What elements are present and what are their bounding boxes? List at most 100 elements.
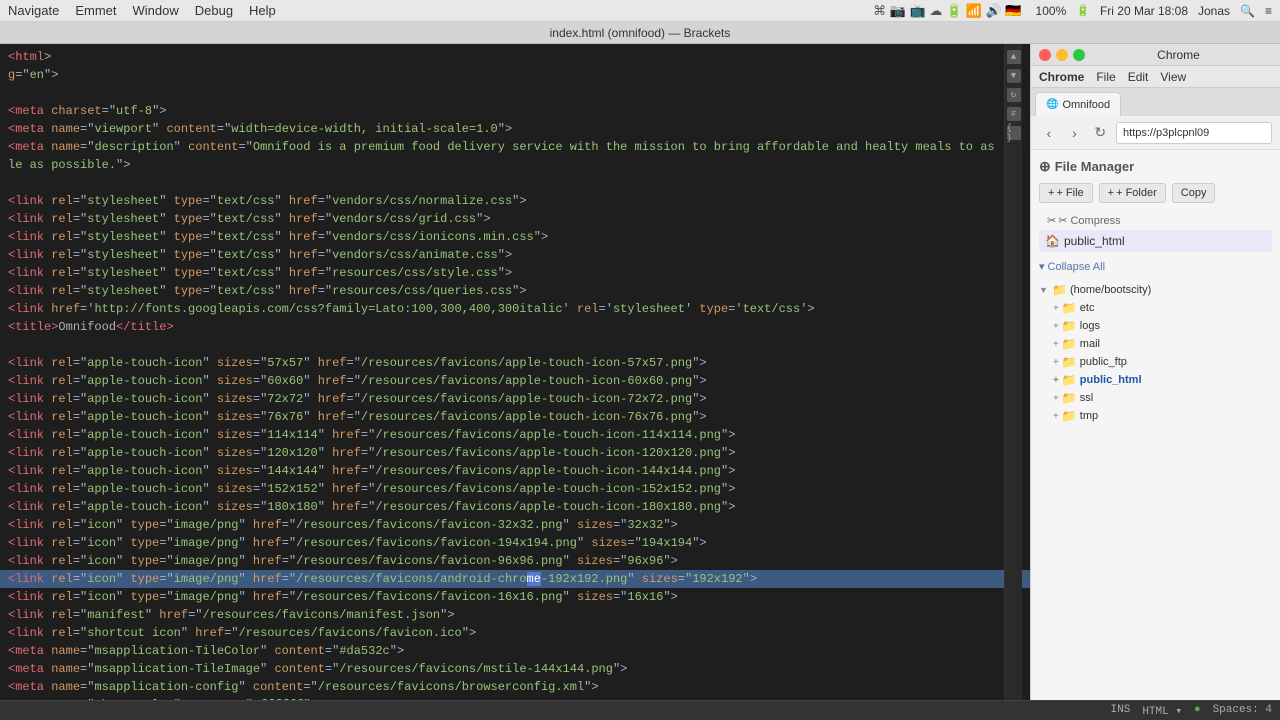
chrome-toolbar: ‹ › ↻	[1031, 116, 1280, 150]
menu-item-navigate[interactable]: Navigate	[8, 3, 59, 18]
folder-icon: 📁	[1052, 283, 1067, 297]
code-line: <link rel="apple-touch-icon" sizes="120x…	[0, 444, 1030, 462]
minimize-button[interactable]	[1056, 49, 1068, 61]
plus-icon-folder: +	[1108, 187, 1114, 199]
code-line	[0, 84, 1030, 102]
tree-item-logs[interactable]: + 📁 logs	[1039, 317, 1272, 335]
gutter-icon-upload[interactable]: ▲	[1007, 50, 1021, 64]
status-right: INS HTML ▾ ● Spaces: 4	[1111, 704, 1272, 718]
tree-item-home[interactable]: ▼ 📁 (home/bootscity)	[1039, 281, 1272, 299]
plus-icon: +	[1053, 393, 1059, 404]
fm-public-html-label: public_html	[1064, 234, 1125, 248]
code-line: <meta name="theme-color" content="#fffff…	[0, 696, 1030, 700]
code-line: <link rel="apple-touch-icon" sizes="152x…	[0, 480, 1030, 498]
menu-item-debug[interactable]: Debug	[195, 3, 233, 18]
tree-item-tmp[interactable]: + 📁 tmp	[1039, 407, 1272, 425]
code-line: <link rel="apple-touch-icon" sizes="72x7…	[0, 390, 1030, 408]
forward-button[interactable]: ›	[1065, 122, 1085, 144]
system-icons: ⌘ 📷 📺 ☁ 🔋 📶 🔊 🇩🇪	[873, 3, 1021, 19]
url-bar[interactable]	[1116, 122, 1272, 144]
gutter-icon-diff[interactable]: ≠	[1007, 107, 1021, 121]
close-button[interactable]	[1039, 49, 1051, 61]
code-line: <link rel="apple-touch-icon" sizes="144x…	[0, 462, 1030, 480]
code-content[interactable]: <html> g="en"> <meta charset="utf-8"> <m…	[0, 44, 1030, 700]
plus-icon: +	[1053, 357, 1059, 368]
tree-item-public-ftp[interactable]: + 📁 public_ftp	[1039, 353, 1272, 371]
code-line: <link rel="stylesheet" type="text/css" h…	[0, 246, 1030, 264]
language-mode[interactable]: HTML ▾	[1142, 704, 1182, 718]
tree-label: mail	[1080, 338, 1100, 350]
date-time: Fri 20 Mar 18:08	[1100, 4, 1188, 18]
menu-bar: Navigate Emmet Window Debug Help ⌘ 📷 📺 ☁…	[0, 0, 1280, 22]
code-line: <meta charset="utf-8">	[0, 102, 1030, 120]
refresh-button[interactable]: ↻	[1090, 122, 1110, 144]
code-line: <link rel="apple-touch-icon" sizes="114x…	[0, 426, 1030, 444]
chrome-menu-item-chrome[interactable]: Chrome	[1039, 70, 1084, 84]
code-line	[0, 174, 1030, 192]
tree-item-public-html[interactable]: + 📁 public_html	[1039, 371, 1272, 389]
gutter-icon-brackets[interactable]: { }	[1007, 126, 1021, 140]
code-line: <link rel="stylesheet" type="text/css" h…	[0, 210, 1030, 228]
status-bar: INS HTML ▾ ● Spaces: 4	[0, 700, 1280, 720]
search-icon[interactable]: 🔍	[1240, 4, 1255, 18]
gutter-icon-refresh[interactable]: ↻	[1007, 88, 1021, 102]
editor-area[interactable]: <html> g="en"> <meta charset="utf-8"> <m…	[0, 44, 1030, 700]
folder-icon-active: 📁	[1062, 373, 1077, 387]
code-line: <link rel="icon" type="image/png" href="…	[0, 516, 1030, 534]
back-button[interactable]: ‹	[1039, 122, 1059, 144]
chrome-tab-favicon: 🌐	[1046, 99, 1058, 110]
fm-public-html-breadcrumb[interactable]: 🏠 public_html	[1039, 230, 1272, 252]
chrome-menu-item-view[interactable]: View	[1160, 70, 1186, 84]
gutter-icon-download[interactable]: ▼	[1007, 69, 1021, 83]
code-line: <meta name="msapplication-TileImage" con…	[0, 660, 1030, 678]
code-line: le as possible.">	[0, 156, 1030, 174]
battery-icon: 🔋	[1076, 4, 1090, 17]
plus-icon: +	[1053, 411, 1059, 422]
add-file-button[interactable]: + + File	[1039, 183, 1093, 203]
collapse-icon: ▾	[1039, 260, 1045, 273]
traffic-lights	[1039, 49, 1085, 61]
code-line: g="en">	[0, 66, 1030, 84]
collapse-all-button[interactable]: ▾ Collapse All	[1039, 260, 1272, 273]
code-line: <link rel="icon" type="image/png" href="…	[0, 552, 1030, 570]
spotlight-icon[interactable]: ≡	[1265, 4, 1272, 18]
tree-item-ssl[interactable]: + 📁 ssl	[1039, 389, 1272, 407]
chrome-menu-item-edit[interactable]: Edit	[1128, 70, 1149, 84]
add-folder-button[interactable]: + + Folder	[1099, 183, 1166, 203]
file-manager: ⊕ File Manager + + File + + Folder Copy …	[1031, 150, 1280, 433]
code-line: <meta name="viewport" content="width=dev…	[0, 120, 1030, 138]
tree-item-mail[interactable]: + 📁 mail	[1039, 335, 1272, 353]
menu-item-window[interactable]: Window	[132, 3, 178, 18]
user-name: Jonas	[1198, 4, 1230, 18]
code-line: <html>	[0, 48, 1030, 66]
folder-icon: 📁	[1062, 391, 1077, 405]
editor-title: index.html (omnifood) — Brackets	[550, 26, 731, 40]
code-line: <title>Omnifood</title>	[0, 318, 1030, 336]
expand-icon: ▼	[1039, 285, 1049, 295]
compress-button[interactable]: ✂ ✂ Compress	[1039, 211, 1272, 230]
menu-item-emmet[interactable]: Emmet	[75, 3, 116, 18]
plus-icon: +	[1053, 375, 1059, 386]
menu-item-help[interactable]: Help	[249, 3, 276, 18]
tree-label: tmp	[1080, 410, 1098, 422]
ins-mode: INS	[1111, 704, 1131, 718]
chrome-menu-item-file[interactable]: File	[1096, 70, 1115, 84]
chrome-title-bar: Chrome	[1031, 44, 1280, 66]
file-manager-title: File Manager	[1055, 159, 1134, 174]
tree-item-etc[interactable]: + 📁 etc	[1039, 299, 1272, 317]
menu-left: Navigate Emmet Window Debug Help	[8, 3, 276, 18]
code-line: <link rel="apple-touch-icon" sizes="180x…	[0, 498, 1030, 516]
chrome-tab-omnifood[interactable]: 🌐 Omnifood	[1035, 92, 1121, 116]
menu-right: ⌘ 📷 📺 ☁ 🔋 📶 🔊 🇩🇪 100% 🔋 Fri 20 Mar 18:08…	[873, 3, 1272, 19]
editor-gutter: ▲ ▼ ↻ ≠ { }	[1004, 44, 1022, 700]
spaces-indicator[interactable]: Spaces: 4	[1213, 704, 1272, 718]
plus-icon: +	[1053, 321, 1059, 332]
maximize-button[interactable]	[1073, 49, 1085, 61]
code-line-selected: <link rel="icon" type="image/png" href="…	[0, 570, 1030, 588]
copy-button[interactable]: Copy	[1172, 183, 1216, 203]
code-line: <link rel="icon" type="image/png" href="…	[0, 588, 1030, 606]
code-line: <link rel="stylesheet" type="text/css" h…	[0, 282, 1030, 300]
compress-icon: ✂	[1047, 214, 1056, 227]
chrome-app-name: Chrome	[1157, 48, 1200, 62]
folder-icon: 📁	[1062, 355, 1077, 369]
